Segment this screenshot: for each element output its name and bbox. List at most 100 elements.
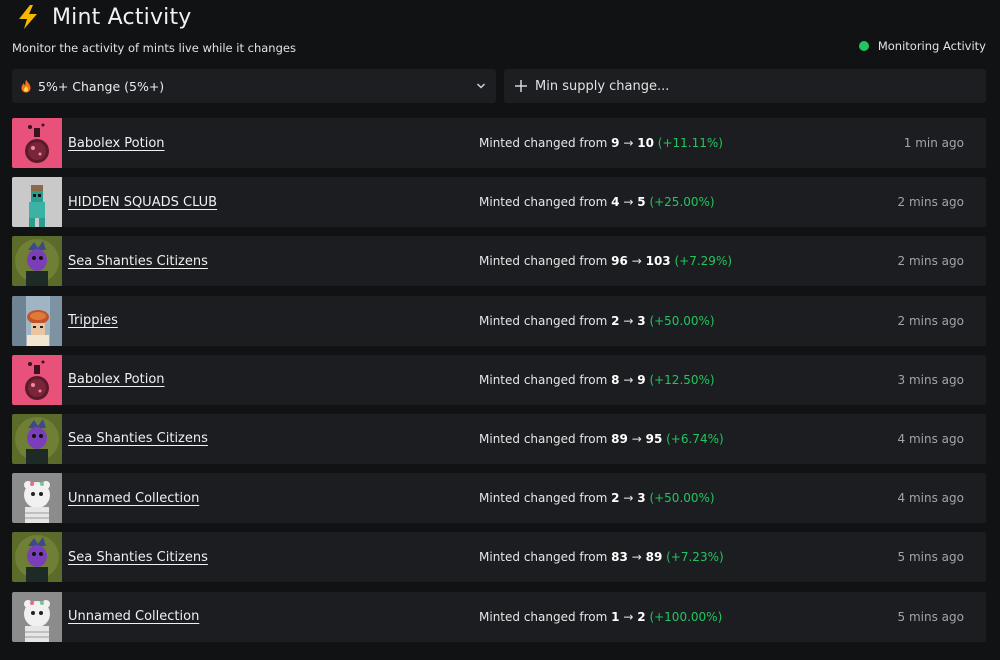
activity-row: Unnamed Collection Minted changed from 1 … xyxy=(12,591,986,642)
arrow-icon: → xyxy=(623,491,634,506)
change-prefix: Minted changed from xyxy=(479,313,608,328)
activity-time: 4 mins ago xyxy=(897,431,964,446)
collection-thumbnail[interactable] xyxy=(12,118,62,168)
activity-row: Babolex Potion Minted changed from 8 → 9 … xyxy=(12,354,986,405)
minted-change-text: Minted changed from 8 → 9 (+12.50%) xyxy=(479,373,715,387)
minted-to: 3 xyxy=(637,313,646,328)
min-supply-placeholder: Min supply change... xyxy=(535,78,670,94)
change-threshold-value: 5%+ Change (5%+) xyxy=(38,78,165,94)
status-label: Monitoring Activity xyxy=(877,39,986,53)
lightning-icon xyxy=(15,4,41,30)
percent-change: (+7.23%) xyxy=(666,550,724,565)
activity-row: Sea Shanties Citizens Minted changed from… xyxy=(12,236,986,287)
collection-thumbnail[interactable] xyxy=(12,177,62,228)
activity-time: 5 mins ago xyxy=(897,609,964,624)
arrow-icon: → xyxy=(631,550,642,565)
arrow-icon: → xyxy=(623,313,634,328)
percent-change: (+50.00%) xyxy=(649,491,715,506)
collection-name-link[interactable]: Unnamed Collection xyxy=(68,609,468,624)
flame-icon xyxy=(20,79,32,93)
collection-name-link[interactable]: Unnamed Collection xyxy=(68,491,468,506)
page-title: Mint Activity xyxy=(52,4,192,30)
activity-row: Unnamed Collection Minted changed from 2 … xyxy=(12,473,986,524)
minted-from: 4 xyxy=(611,195,620,210)
percent-change: (+6.74%) xyxy=(666,431,724,446)
change-prefix: Minted changed from xyxy=(479,431,608,446)
minted-from: 2 xyxy=(611,313,620,328)
minted-change-text: Minted changed from 9 → 10 (+11.11%) xyxy=(479,136,723,150)
activity-row: Babolex Potion Minted changed from 9 → 10… xyxy=(12,118,986,168)
collection-name-link[interactable]: Sea Shanties Citizens xyxy=(68,254,468,269)
collection-name-link[interactable]: Babolex Potion xyxy=(68,136,468,151)
activity-time: 4 mins ago xyxy=(897,491,964,506)
minted-to: 2 xyxy=(637,609,646,624)
activity-time: 2 mins ago xyxy=(897,313,964,328)
minted-to: 103 xyxy=(645,254,671,269)
change-prefix: Minted changed from xyxy=(479,372,608,387)
collection-thumbnail[interactable] xyxy=(12,354,62,405)
min-supply-change-input[interactable]: Min supply change... xyxy=(504,69,986,103)
filter-bar: 5%+ Change (5%+) Min supply change... xyxy=(12,69,986,103)
change-prefix: Minted changed from xyxy=(479,254,608,269)
collection-thumbnail[interactable] xyxy=(12,295,62,346)
page-header: Mint Activity Monitor the activity of mi… xyxy=(12,2,986,66)
minted-change-text: Minted changed from 1 → 2 (+100.00%) xyxy=(479,610,722,624)
activity-row: HIDDEN SQUADS CLUB Minted changed from 4 … xyxy=(12,177,986,228)
activity-time: 5 mins ago xyxy=(897,550,964,565)
minted-change-text: Minted changed from 2 → 3 (+50.00%) xyxy=(479,491,715,505)
activity-row: Sea Shanties Citizens Minted changed from… xyxy=(12,532,986,583)
collection-name-link[interactable]: HIDDEN SQUADS CLUB xyxy=(68,195,468,210)
arrow-icon: → xyxy=(623,609,634,624)
title-row: Mint Activity xyxy=(12,2,986,32)
activity-time: 1 min ago xyxy=(903,136,964,150)
change-prefix: Minted changed from xyxy=(479,491,608,506)
percent-change: (+7.29%) xyxy=(674,254,733,269)
collection-thumbnail[interactable] xyxy=(12,591,62,642)
minted-to: 9 xyxy=(637,372,646,387)
collection-name-link[interactable]: Babolex Potion xyxy=(68,372,468,387)
arrow-icon: → xyxy=(623,136,634,150)
minted-from: 83 xyxy=(611,550,628,565)
minted-from: 2 xyxy=(611,491,620,506)
mint-activity-list: Babolex Potion Minted changed from 9 → 10… xyxy=(12,118,986,651)
minted-to: 3 xyxy=(637,491,646,506)
chevron-down-icon xyxy=(476,82,486,90)
percent-change: (+100.00%) xyxy=(649,609,723,624)
minted-to: 89 xyxy=(645,550,663,565)
change-prefix: Minted changed from xyxy=(479,550,608,565)
page-subtitle: Monitor the activity of mints live while… xyxy=(12,41,296,55)
percent-change: (+12.50%) xyxy=(649,372,715,387)
collection-name-link[interactable]: Sea Shanties Citizens xyxy=(68,431,468,446)
minted-change-text: Minted changed from 2 → 3 (+50.00%) xyxy=(479,314,715,328)
minted-change-text: Minted changed from 96 → 103 (+7.29%) xyxy=(479,254,732,268)
collection-thumbnail[interactable] xyxy=(12,236,62,287)
activity-row: Trippies Minted changed from 2 → 3 (+50.0… xyxy=(12,295,986,346)
activity-time: 2 mins ago xyxy=(897,195,964,210)
activity-row: Sea Shanties Citizens Minted changed from… xyxy=(12,413,986,464)
plus-icon xyxy=(514,79,528,93)
collection-thumbnail[interactable] xyxy=(12,532,62,583)
arrow-icon: → xyxy=(623,372,634,387)
minted-change-text: Minted changed from 89 → 95 (+6.74%) xyxy=(479,432,724,446)
change-threshold-select[interactable]: 5%+ Change (5%+) xyxy=(12,69,496,103)
percent-change: (+25.00%) xyxy=(649,195,715,210)
change-prefix: Minted changed from xyxy=(479,136,608,150)
collection-name-link[interactable]: Trippies xyxy=(68,313,468,328)
monitoring-status: Monitoring Activity xyxy=(858,39,986,53)
activity-time: 3 mins ago xyxy=(897,372,964,387)
collection-thumbnail[interactable] xyxy=(12,413,62,464)
activity-time: 2 mins ago xyxy=(897,254,964,269)
percent-change: (+11.11%) xyxy=(657,136,723,150)
change-prefix: Minted changed from xyxy=(479,195,608,210)
arrow-icon: → xyxy=(631,254,642,269)
mint-activity-page: Mint Activity Monitor the activity of mi… xyxy=(0,0,1000,660)
minted-from: 96 xyxy=(611,254,628,269)
arrow-icon: → xyxy=(623,195,634,210)
collection-name-link[interactable]: Sea Shanties Citizens xyxy=(68,550,468,565)
minted-to: 5 xyxy=(637,195,646,210)
collection-thumbnail[interactable] xyxy=(12,473,62,524)
minted-to: 95 xyxy=(645,431,663,446)
minted-change-text: Minted changed from 4 → 5 (+25.00%) xyxy=(479,195,715,209)
minted-change-text: Minted changed from 83 → 89 (+7.23%) xyxy=(479,550,724,564)
percent-change: (+50.00%) xyxy=(649,313,715,328)
